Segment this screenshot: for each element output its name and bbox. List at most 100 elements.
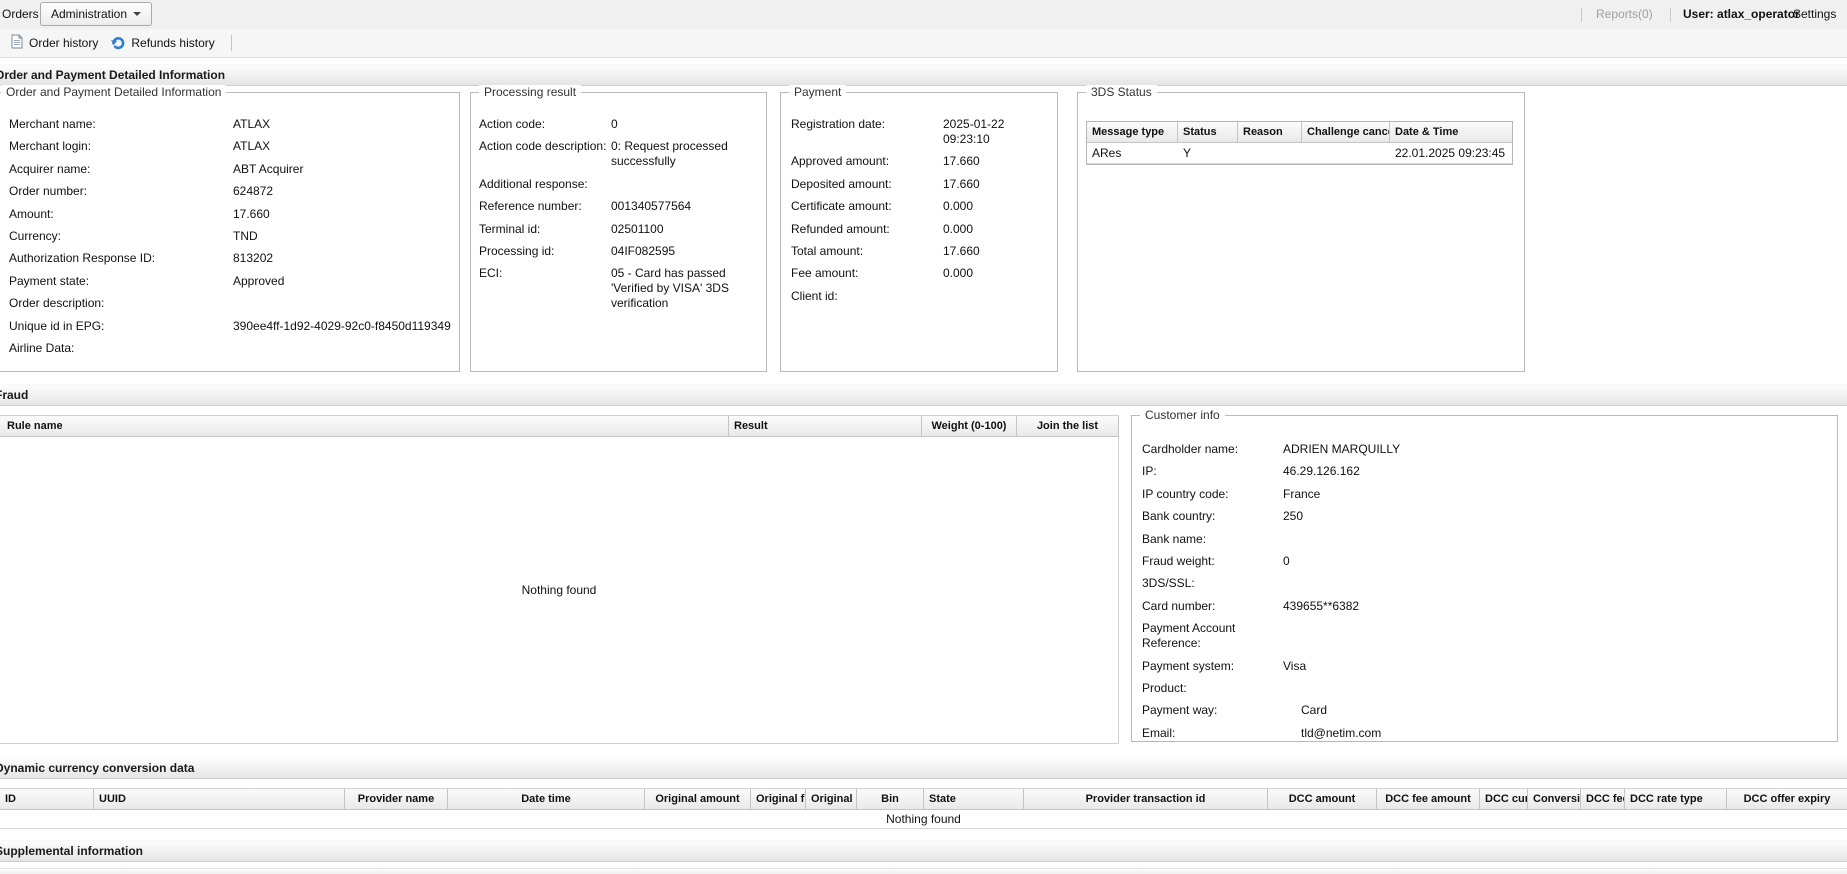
column-header[interactable]: Result — [729, 416, 922, 436]
field-value: tld@netim.com — [1301, 725, 1382, 740]
field-value: Approved — [233, 273, 285, 288]
field-label: Registration date: — [791, 117, 886, 131]
column-header[interactable]: Challenge cancel — [1302, 122, 1390, 142]
column-header[interactable]: DCC amount — [1268, 789, 1377, 809]
column-header[interactable]: Bin — [857, 789, 924, 809]
field-row: Refunded amount: 0.000 — [791, 222, 1053, 237]
payment-fieldset: Payment Registration date: 2025-01-22 09… — [780, 85, 1058, 372]
column-header[interactable]: Rule name — [0, 416, 729, 436]
column-header[interactable]: Original amount — [645, 789, 751, 809]
field-row: 3DS/SSL: — [1142, 576, 1833, 591]
field-value: 0 — [611, 117, 618, 131]
field-row: Amount: 17.660 — [9, 207, 455, 222]
column-header[interactable]: State — [924, 789, 1024, 809]
field-label: Deposited amount: — [791, 176, 892, 191]
field-row: Action code description: 0: Request proc… — [479, 139, 762, 169]
field-label: Processing id: — [479, 243, 555, 258]
order-history-label: Order history — [29, 36, 99, 50]
column-header[interactable]: DCC fee — [1581, 789, 1625, 809]
refunds-history-button[interactable]: Refunds history — [104, 31, 220, 55]
field-label: Merchant name: — [9, 117, 96, 131]
section-bar-partial — [0, 868, 1847, 874]
field-value: 390ee4ff-1d92-4029-92c0-f8450d119349 — [233, 318, 451, 333]
field-row: IP country code: France — [1142, 487, 1833, 502]
section-title: Order and Payment Detailed Information — [0, 68, 226, 82]
field-row: Card number: 439655**6382 — [1142, 599, 1833, 614]
column-header[interactable]: Original f — [751, 789, 806, 809]
three-ds-table-header: Message type Status Reason Challenge cancel… — [1087, 122, 1512, 143]
field-label: 3DS/SSL: — [1142, 576, 1195, 591]
fieldset-legend: Order and Payment Detailed Information — [1, 85, 227, 99]
field-label: Payment system: — [1142, 658, 1235, 673]
field-value: 250 — [1283, 509, 1304, 524]
column-header[interactable]: Join the list — [1017, 416, 1119, 436]
field-value: ATLAX — [233, 117, 271, 131]
field-value: 17.660 — [233, 206, 270, 221]
field-value: ATLAX — [233, 139, 271, 154]
field-label: Product: — [1142, 680, 1187, 695]
field-value: 0.000 — [943, 221, 974, 236]
column-header[interactable]: Reason — [1238, 122, 1302, 142]
field-label: Action code: — [479, 117, 546, 131]
field-label: Payment Account Reference: — [1142, 621, 1236, 651]
field-row: Terminal id: 02501100 — [479, 222, 762, 237]
column-header[interactable]: DCC offer expiry — [1727, 789, 1847, 809]
column-header[interactable]: Provider transaction id — [1024, 789, 1268, 809]
payment-rows: Registration date: 2025-01-22 09:23:10 A… — [781, 117, 1053, 311]
field-label: Amount: — [9, 206, 54, 221]
field-value: ADRIEN MARQUILLY — [1283, 442, 1401, 456]
column-header[interactable]: Weight (0-100) — [922, 416, 1017, 436]
administration-dropdown-button[interactable]: Administration — [40, 2, 153, 26]
field-value: 0.000 — [943, 199, 974, 214]
field-value: 0 — [1283, 553, 1290, 568]
field-row: Additional response: — [479, 177, 762, 192]
settings-link[interactable]: Settings — [1793, 0, 1836, 29]
field-label: Approved amount: — [791, 154, 890, 169]
field-row: Acquirer name: ABT Acquirer — [9, 162, 455, 177]
column-header[interactable]: Provider name — [345, 789, 448, 809]
column-header[interactable]: Message type — [1087, 122, 1178, 142]
column-header[interactable]: Date time — [448, 789, 645, 809]
field-row: Authorization Response ID: 813202 — [9, 251, 455, 266]
field-label: Unique id in EPG: — [9, 318, 105, 333]
field-value: Card — [1301, 703, 1328, 718]
field-label: IP: — [1142, 464, 1157, 479]
column-header[interactable]: Original c — [806, 789, 857, 809]
field-label: Acquirer name: — [9, 161, 91, 176]
field-row: Product: — [1142, 681, 1833, 696]
field-row: Certificate amount: 0.000 — [791, 199, 1053, 214]
refresh-arrow-icon — [110, 34, 126, 53]
field-row: Approved amount: 17.660 — [791, 154, 1053, 169]
field-label: Fee amount: — [791, 266, 859, 281]
column-header[interactable]: DCC curr — [1480, 789, 1528, 809]
column-header[interactable]: Conversi — [1528, 789, 1581, 809]
column-header[interactable]: Status — [1178, 122, 1238, 142]
column-header[interactable]: Date & Time — [1390, 122, 1512, 142]
field-row: Reference number: 001340577564 — [479, 199, 762, 214]
field-row: Client id: — [791, 289, 1053, 304]
fieldset-legend: Processing result — [479, 85, 582, 99]
column-header[interactable]: DCC fee amount — [1377, 789, 1480, 809]
field-label: Cardholder name: — [1142, 442, 1239, 456]
column-header[interactable]: DCC rate type — [1625, 789, 1727, 809]
field-value: 04IF082595 — [611, 243, 676, 258]
toolbar: Order history Refunds history — [0, 29, 1847, 58]
field-label: Additional response: — [479, 176, 588, 191]
field-value: Visa — [1283, 658, 1307, 673]
field-value: 17.660 — [943, 176, 980, 191]
field-label: Bank country: — [1142, 509, 1216, 524]
menubar-separator — [1581, 8, 1582, 22]
field-value: 439655**6382 — [1283, 598, 1360, 613]
field-label: Payment state: — [9, 273, 90, 288]
column-header[interactable]: ID — [0, 789, 94, 809]
field-row: Order number: 624872 — [9, 184, 455, 199]
field-row: Fraud weight: 0 — [1142, 554, 1833, 569]
reports-link[interactable]: Reports(0) — [1596, 0, 1653, 29]
field-label: Authorization Response ID: — [9, 251, 156, 266]
order-history-button[interactable]: Order history — [4, 31, 104, 55]
column-header[interactable]: UUID — [94, 789, 345, 809]
field-label: ECI: — [479, 266, 503, 281]
document-icon — [10, 34, 24, 52]
section-title: Fraud — [0, 388, 29, 402]
field-label: Merchant login: — [9, 139, 92, 154]
